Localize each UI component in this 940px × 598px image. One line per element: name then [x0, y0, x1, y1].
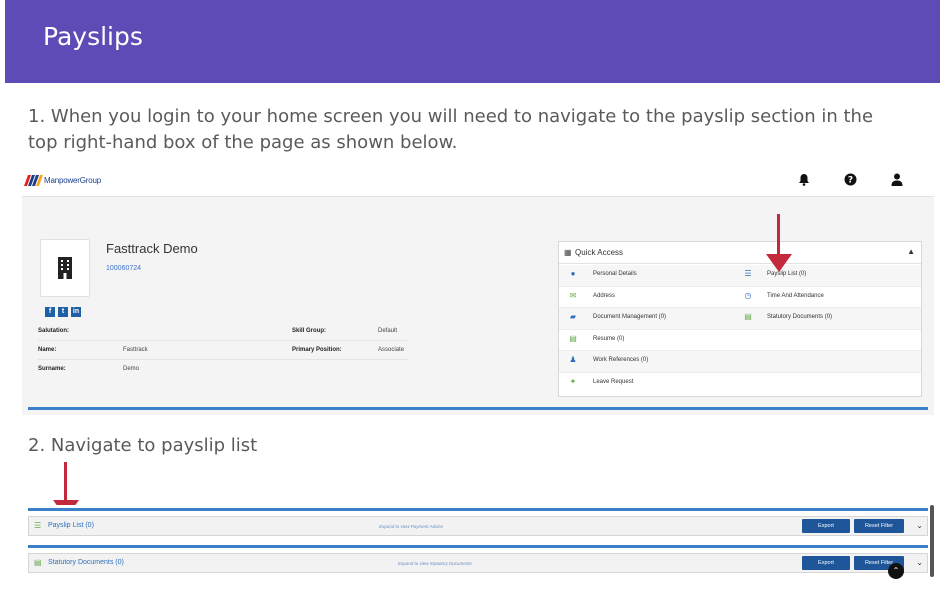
portal-topbar: ManpowerGroup ? [22, 167, 934, 197]
list-icon: ☰ [744, 269, 752, 278]
payslip-list-row[interactable]: ☰ Payslip List (0) Expand to view Paymen… [28, 516, 928, 536]
quick-access-row: ✦ Leave Request [559, 373, 921, 395]
quick-access-row: ♟ Work References (0) [559, 351, 921, 373]
document-icon: ▤ [744, 312, 752, 321]
profile-card: Fasttrack Demo 100060724 f t in Salutati… [28, 209, 558, 409]
grid-icon: ▦ [564, 248, 572, 257]
export-button[interactable]: Export [802, 519, 850, 533]
quick-access-personal-details[interactable]: Personal Details [593, 271, 637, 277]
logo-mark-icon [23, 175, 44, 186]
quick-access-row: ✉ Address ◷ Time And Attendance [559, 287, 921, 308]
running-person-icon: ✦ [569, 376, 577, 386]
payslip-list-hint: Expand to view Payment Advice [379, 524, 444, 529]
scrollbar[interactable] [930, 505, 934, 577]
quick-access-row: ▤ Resume (0) [559, 330, 921, 351]
reset-filter-button[interactable]: Reset Filter [854, 519, 904, 533]
statutory-documents-row[interactable]: ▤ Statutory Documents (0) Expand to view… [28, 553, 928, 573]
svg-text:?: ? [847, 176, 852, 186]
section-divider [28, 508, 928, 511]
step-1-instruction: 1. When you login to your home screen yo… [28, 106, 874, 153]
profile-name: Fasttrack Demo [106, 241, 198, 256]
quick-access-title: Quick Access [575, 248, 624, 257]
statutory-documents-hint: Expand to view Statutory Documents [398, 561, 472, 566]
info-row-surname: Surname: Demo [38, 366, 140, 372]
envelope-icon: ✉ [569, 290, 577, 300]
clock-icon: ◷ [744, 290, 752, 300]
chevron-down-icon[interactable]: ⌄ [916, 558, 923, 567]
quick-access-document-management[interactable]: Document Management (0) [593, 314, 666, 320]
people-icon: ♟ [569, 355, 577, 364]
page-title: Payslips [43, 22, 143, 51]
person-icon: ● [570, 269, 576, 278]
quick-access-panel: ▦ Quick Access ▲ ● Personal Details ☰ Pa… [558, 241, 922, 397]
export-button[interactable]: Export [802, 556, 850, 570]
document-icon: ▤ [34, 558, 42, 567]
quick-access-header[interactable]: ▦ Quick Access ▲ [559, 242, 921, 264]
folder-icon: ▰ [569, 312, 577, 321]
quick-access-row: ● Personal Details ☰ Payslip List (0) [559, 265, 921, 287]
chevron-down-icon[interactable]: ⌄ [916, 521, 923, 530]
payslip-list-title[interactable]: Payslip List (0) [48, 522, 94, 529]
bell-icon[interactable] [796, 173, 812, 189]
quick-access-work-references[interactable]: Work References (0) [593, 357, 648, 363]
avatar [40, 239, 90, 297]
statutory-documents-title[interactable]: Statutory Documents (0) [48, 559, 124, 566]
list-icon: ☰ [34, 521, 42, 530]
quick-access-address[interactable]: Address [593, 293, 615, 299]
logo-text: ManpowerGroup [44, 176, 101, 185]
help-icon[interactable]: ? [842, 173, 858, 189]
quick-access-leave-request[interactable]: Leave Request [593, 379, 633, 385]
user-icon[interactable] [889, 173, 905, 189]
quick-access-row: ▰ Document Management (0) ▤ Statutory Do… [559, 308, 921, 330]
page-header: Payslips [5, 0, 940, 83]
twitter-icon[interactable]: t [58, 307, 68, 317]
building-icon [58, 257, 72, 279]
quick-access-statutory-documents[interactable]: Statutory Documents (0) [767, 314, 832, 320]
profile-id[interactable]: 100060724 [106, 265, 141, 272]
info-row-salutation: Salutation: Skill Group: Default [38, 323, 408, 341]
section-divider [28, 545, 928, 548]
scroll-to-top-icon[interactable]: ⌃ [888, 563, 904, 579]
manpowergroup-logo[interactable]: ManpowerGroup [23, 175, 101, 186]
info-row-name: Name: Fasttrack Primary Position: Associ… [38, 342, 408, 360]
chevron-up-icon[interactable]: ▲ [907, 247, 915, 256]
home-screen-screenshot: ManpowerGroup ? Fasttrack Demo 100060724… [22, 167, 934, 415]
quick-access-time-and-attendance[interactable]: Time And Attendance [767, 293, 824, 299]
social-links: f t in [45, 307, 81, 317]
step-2-instruction: 2. Navigate to payslip list [28, 435, 258, 456]
section-divider [28, 407, 928, 410]
linkedin-icon[interactable]: in [71, 307, 81, 317]
facebook-icon[interactable]: f [45, 307, 55, 317]
quick-access-resume[interactable]: Resume (0) [593, 336, 624, 342]
red-arrow-down-icon [766, 214, 792, 272]
payslip-list-screenshot: ☰ Payslip List (0) Expand to view Paymen… [22, 505, 934, 583]
resume-icon: ▤ [569, 333, 577, 343]
